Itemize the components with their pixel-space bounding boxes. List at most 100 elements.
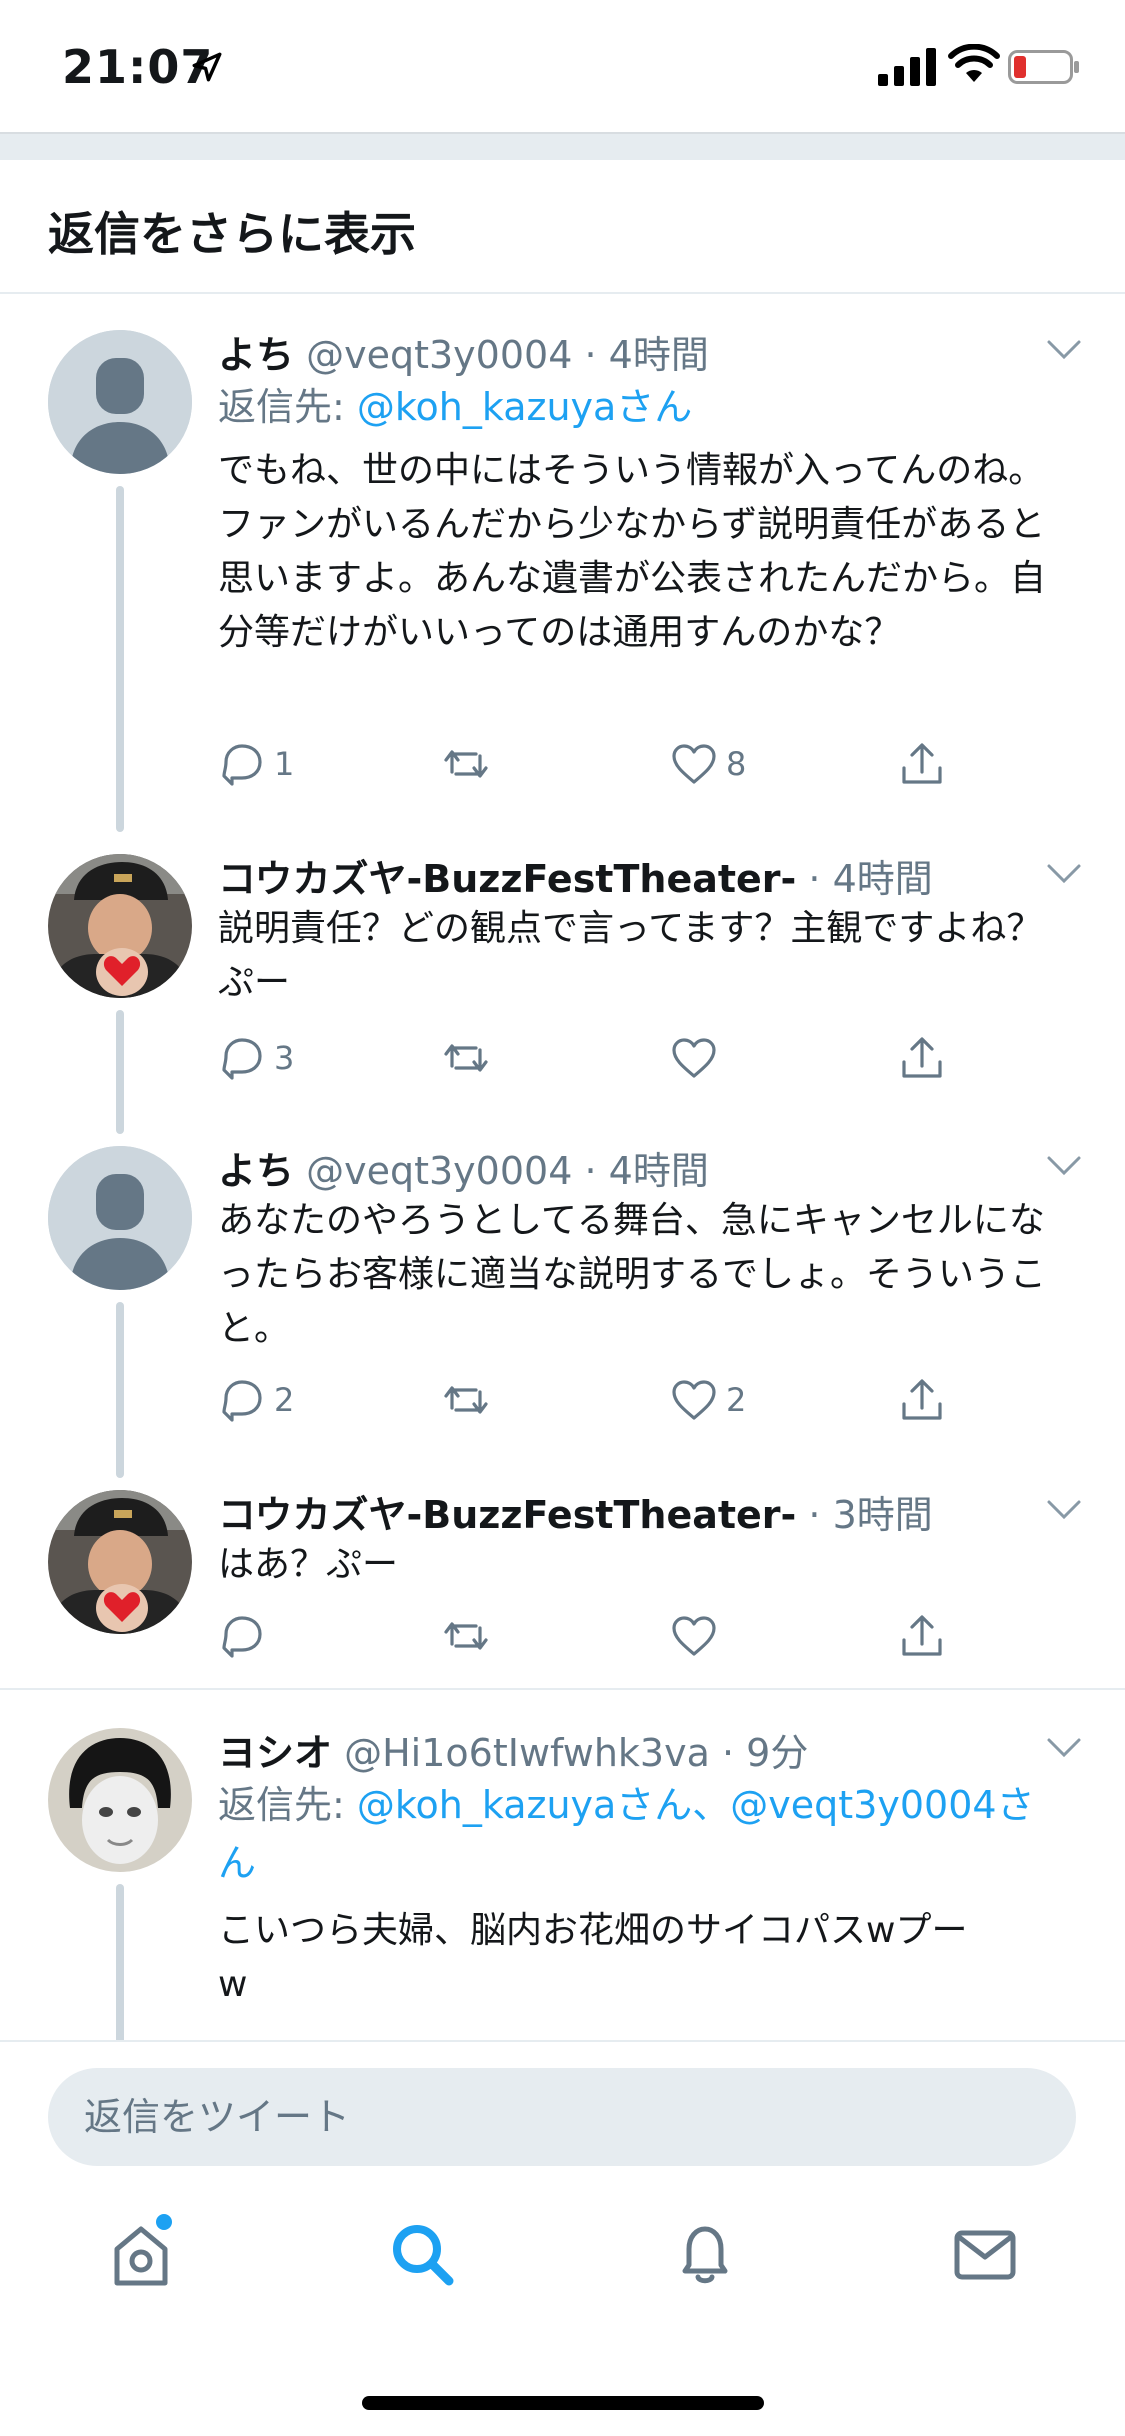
retweet-button[interactable] [442, 1028, 498, 1088]
share-button[interactable] [898, 734, 946, 794]
display-name[interactable]: よち [218, 333, 294, 377]
chevron-down-icon[interactable] [1046, 1498, 1082, 1522]
battery-low-icon [1008, 50, 1079, 84]
reply-to-prefix: 返信先: [218, 1783, 357, 1827]
avatar[interactable] [48, 1728, 192, 1872]
retweet-button[interactable] [442, 1606, 498, 1666]
show-more-replies-button[interactable]: 返信をさらに表示 [0, 160, 1125, 294]
photo-avatar-image [48, 1728, 192, 1872]
reply-button[interactable]: 2 [218, 1370, 294, 1430]
location-arrow-icon [192, 52, 222, 82]
chevron-down-icon[interactable] [1046, 1736, 1082, 1760]
display-name[interactable]: よち [218, 1149, 294, 1193]
username[interactable]: @veqt3y0004 [306, 333, 572, 377]
reply-icon [222, 744, 262, 786]
share-icon [902, 1037, 942, 1078]
messages-icon [954, 2230, 1016, 2280]
retweet-button[interactable] [442, 1370, 498, 1430]
reply-button[interactable]: 1 [218, 734, 294, 794]
tweet[interactable]: ヨシオ @Hi1o6tIwfwhk3va · 9分 返信先: @koh_kazu… [0, 1690, 1125, 2040]
tweet-header: よち @veqt3y0004 · 4時間 [218, 333, 709, 377]
chevron-down-icon[interactable] [1046, 338, 1082, 362]
avatar[interactable] [48, 330, 192, 474]
tweet-actions: 3 [218, 1028, 1058, 1088]
display-name[interactable]: ヨシオ [218, 1731, 332, 1775]
like-count: 8 [726, 745, 747, 783]
share-icon [902, 1379, 942, 1420]
like-button[interactable] [670, 1028, 726, 1088]
like-button[interactable] [670, 1606, 726, 1666]
avatar[interactable] [48, 854, 192, 998]
reply-composer-bar [0, 2040, 1125, 2176]
like-button[interactable]: 8 [670, 734, 746, 794]
reply-tweet-input[interactable] [48, 2068, 1076, 2166]
bottom-tab-bar [0, 2176, 1125, 2436]
display-name[interactable]: コウカズヤ-BuzzFestTheater- [218, 857, 796, 901]
notifications-icon [682, 2226, 728, 2284]
avatar[interactable] [48, 1146, 192, 1290]
tweet-header: コウカズヤ-BuzzFestTheater- · 3時間 [218, 1493, 933, 1537]
tweet[interactable]: よち @veqt3y0004 · 4時間 返信先: @koh_kazuyaさん … [0, 294, 1125, 832]
status-bar: 21:07 [0, 0, 1125, 132]
timestamp[interactable]: 4時間 [609, 333, 709, 377]
thread-line [116, 486, 124, 832]
reply-icon [222, 1380, 262, 1422]
like-button[interactable]: 2 [670, 1370, 746, 1430]
tweet-text: はあ？ぷー [218, 1544, 399, 1585]
avatar[interactable] [48, 1490, 192, 1634]
heart-icon [672, 1038, 716, 1078]
retweet-icon [444, 750, 488, 778]
reply-to-link[interactable]: @koh_kazuyaさん [357, 385, 692, 429]
home-indicator [362, 2396, 764, 2410]
retweet-icon [444, 1622, 488, 1650]
share-button[interactable] [898, 1606, 946, 1666]
home-icon [114, 2226, 168, 2286]
reply-to-line: 返信先: @koh_kazuyaさん、@veqt3y0004さん [218, 1776, 1058, 1892]
tweet-text: でもね、世の中にはそういう情報が入ってんのね。ファンがいるんだから少なからず説明… [218, 450, 1047, 653]
thread-line [116, 1302, 124, 1478]
reply-button[interactable] [218, 1606, 274, 1666]
reply-icon [222, 1616, 262, 1658]
reply-count: 2 [274, 1381, 295, 1419]
heart-icon [672, 744, 716, 784]
tab-search[interactable] [378, 2210, 468, 2300]
username[interactable]: @veqt3y0004 [306, 1149, 572, 1193]
tweet-text: こいつら夫婦、脳内お花畑のサイコパスwプーw [218, 1910, 968, 2005]
like-count: 2 [726, 1381, 747, 1419]
heart-icon [672, 1380, 716, 1420]
share-icon [902, 743, 942, 784]
timestamp[interactable]: 4時間 [833, 857, 933, 901]
chevron-down-icon[interactable] [1046, 1154, 1082, 1178]
tweet-text: 説明責任？どの観点で言ってます？主観ですよね？ぷー [218, 908, 1043, 1003]
tweet-actions: 2 2 [218, 1370, 1058, 1430]
tweet[interactable]: コウカズヤ-BuzzFestTheater- · 4時間 説明責任？どの観点で言… [0, 830, 1125, 1134]
tweet[interactable]: よち @veqt3y0004 · 4時間 あなたのやろうとしてる舞台、急にキャン… [0, 1132, 1125, 1478]
share-button[interactable] [898, 1370, 946, 1430]
wifi-icon [948, 44, 1000, 82]
heart-icon [672, 1616, 716, 1656]
tweet-header: ヨシオ @Hi1o6tIwfwhk3va · 9分 [218, 1731, 809, 1775]
tab-home[interactable] [96, 2210, 186, 2300]
retweet-icon [444, 1044, 488, 1072]
thread-line [116, 1884, 124, 2040]
share-button[interactable] [898, 1028, 946, 1088]
photo-avatar-image [48, 854, 192, 998]
timestamp[interactable]: 4時間 [609, 1149, 709, 1193]
username[interactable]: @Hi1o6tIwfwhk3va [344, 1731, 710, 1775]
tweet[interactable]: コウカズヤ-BuzzFestTheater- · 3時間 はあ？ぷー [0, 1476, 1125, 1688]
display-name[interactable]: コウカズヤ-BuzzFestTheater- [218, 1493, 796, 1537]
tab-messages[interactable] [940, 2210, 1030, 2300]
chevron-down-icon[interactable] [1046, 862, 1082, 886]
retweet-button[interactable] [442, 734, 498, 794]
reply-button[interactable]: 3 [218, 1028, 294, 1088]
tweet-header: よち @veqt3y0004 · 4時間 [218, 1149, 709, 1193]
tab-notifications[interactable] [660, 2210, 750, 2300]
tweet-text: あなたのやろうとしてる舞台、急にキャンセルになったらお客様に適当な説明するでしょ… [218, 1200, 1047, 1349]
default-avatar-icon [48, 330, 192, 474]
tweet-actions: 1 8 [218, 734, 1058, 794]
timestamp[interactable]: 3時間 [833, 1493, 933, 1537]
default-avatar-icon [48, 1146, 192, 1290]
timestamp[interactable]: 9分 [746, 1731, 808, 1775]
new-content-dot [156, 2214, 172, 2230]
cellular-signal-icon [878, 48, 936, 86]
